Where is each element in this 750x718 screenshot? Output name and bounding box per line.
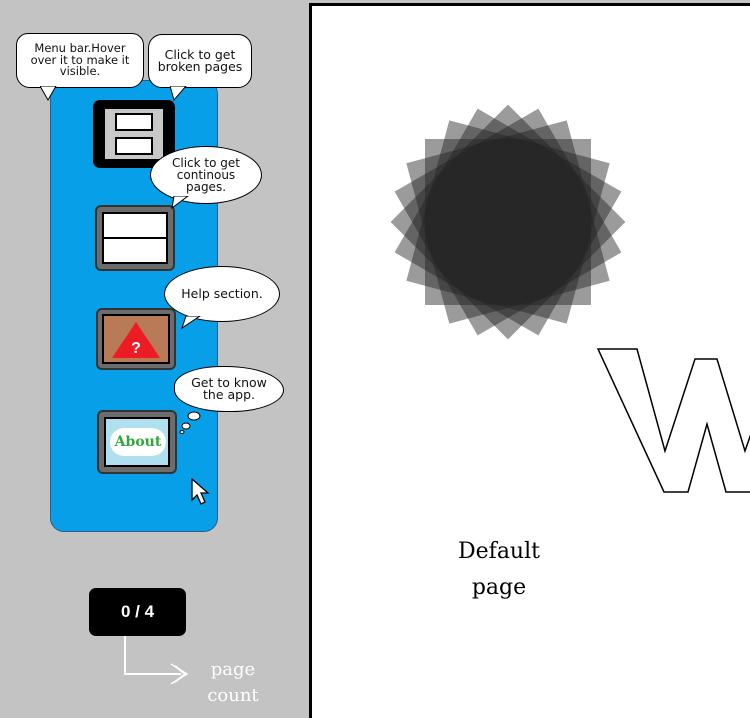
page-count-annotation: page count <box>198 657 268 709</box>
broken-pages-tooltip: Click to get broken pages <box>148 34 252 88</box>
broken-pages-tooltip-text: Click to get broken pages <box>157 46 243 74</box>
page-count-badge: 0 / 4 <box>89 588 186 636</box>
help-tooltip: Help section. <box>164 266 280 322</box>
help-button[interactable]: ? <box>96 308 176 370</box>
page-half-bottom <box>115 137 153 155</box>
default-page-label-line1: Default <box>458 539 540 564</box>
page-divider <box>104 237 166 239</box>
pointer-cursor-icon <box>191 478 210 505</box>
about-tooltip: Get to know the app. <box>174 366 284 412</box>
help-tooltip-text: Help section. <box>181 285 263 301</box>
continuous-pages-tooltip: Click to get continous pages. <box>150 146 262 204</box>
help-glyph: ? <box>131 340 141 357</box>
save-disk-icon <box>103 107 165 161</box>
callout-tail <box>170 86 187 102</box>
help-triangle-icon: ? <box>112 322 160 358</box>
arrow-annotation-icon <box>124 636 189 684</box>
callout-tail <box>171 196 189 210</box>
logo-letter-w <box>596 348 750 493</box>
continuous-pages-icon <box>102 212 168 264</box>
spinner-icon <box>390 104 626 340</box>
page-art <box>390 104 750 493</box>
page-half-top <box>115 113 153 131</box>
about-tooltip-text: Get to know the app. <box>191 374 267 402</box>
page-canvas[interactable] <box>309 3 750 718</box>
default-page-label-line2: page <box>471 575 527 600</box>
page-count-value: 0 / 4 <box>120 602 155 621</box>
continuous-pages-tooltip-text: Click to get continous pages. <box>172 156 240 194</box>
menu-hint-callout: Menu bar.Hover over it to make it visibl… <box>16 33 144 88</box>
callout-tail <box>181 316 201 330</box>
about-icon-frame: About <box>104 417 170 467</box>
callout-tail <box>40 86 57 102</box>
about-button[interactable]: About <box>97 410 177 474</box>
default-page-label: Default page <box>444 534 554 606</box>
thought-bubbles <box>179 411 201 434</box>
page-count-annotation-text: page count <box>207 659 259 706</box>
menu-hint-text: Menu bar.Hover over it to make it visibl… <box>30 41 130 79</box>
help-tile: ? <box>102 314 170 364</box>
continuous-pages-button[interactable] <box>95 205 175 271</box>
about-cloud-icon: About <box>110 428 166 456</box>
about-label: About <box>114 434 162 450</box>
